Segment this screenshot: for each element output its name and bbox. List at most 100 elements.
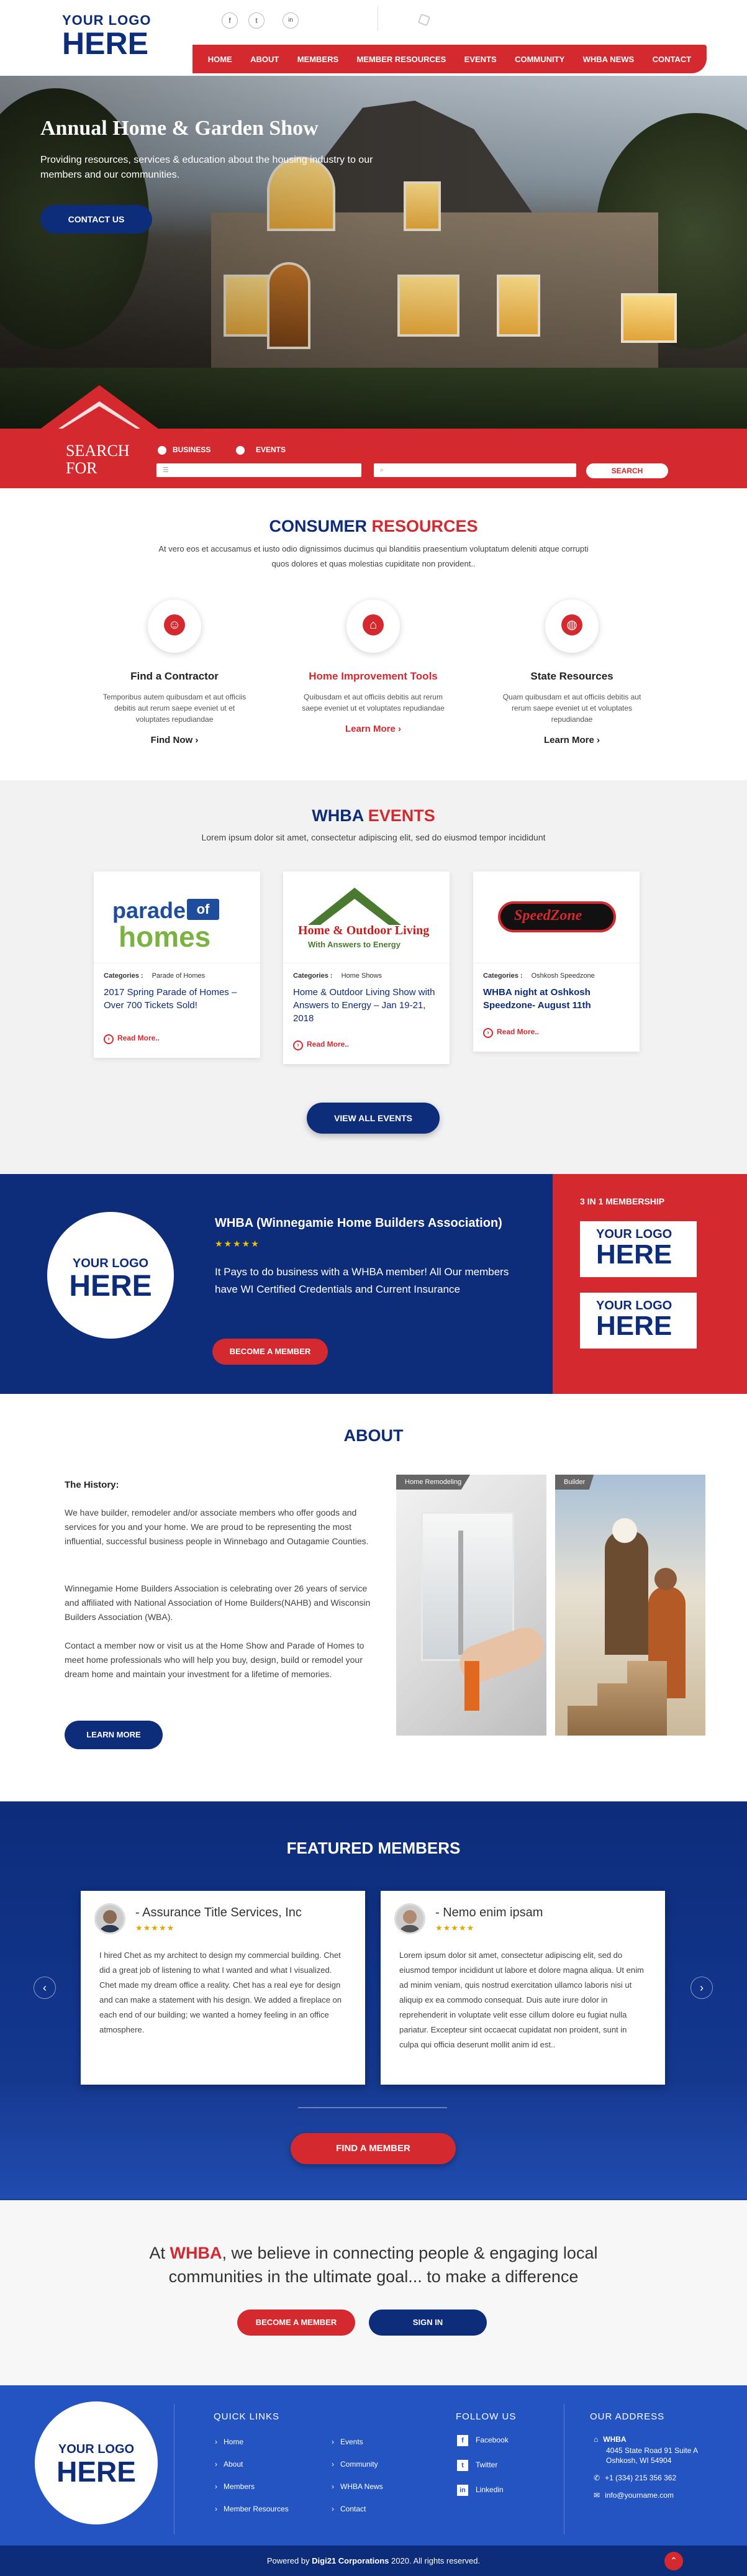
radio-events[interactable] xyxy=(236,446,245,455)
testimonial-card: - Nemo enim ipsam ★★★★★ Lorem ipsum dolo… xyxy=(381,1891,665,2085)
home-remodeling-tag: Home Remodeling xyxy=(396,1475,471,1490)
learn-more-link[interactable]: Learn More › xyxy=(292,724,454,734)
nav-members[interactable]: MEMBERS xyxy=(297,55,338,64)
event-title[interactable]: WHBA night at Oshkosh Speedzone- August … xyxy=(473,980,640,1012)
resource-title: State Resources xyxy=(530,670,613,682)
sign-in-button[interactable]: SIGN IN xyxy=(369,2310,487,2336)
nav-events[interactable]: EVENTS xyxy=(464,55,497,64)
email-icon: ✉ xyxy=(594,2491,600,2500)
footer-facebook-link[interactable]: f Facebook xyxy=(457,2435,509,2446)
scroll-top-button[interactable]: ⌃ xyxy=(664,2552,683,2570)
read-more-link[interactable]: › Read More.. xyxy=(293,1040,349,1050)
twitter-icon: t xyxy=(457,2460,468,2471)
testimonial-text: I hired Chet as my architect to design m… xyxy=(99,1950,342,2034)
event-card[interactable]: SpeedZone Categories : Oshkosh Speedzone … xyxy=(473,872,640,1052)
home-remodeling-image[interactable]: Home Remodeling xyxy=(396,1475,546,1736)
footer-link-member-resources[interactable]: Member Resources xyxy=(215,2505,289,2513)
featured-title: FEATURED MEMBERS xyxy=(286,1839,461,1857)
builder-image[interactable]: Builder xyxy=(555,1475,705,1736)
event-card[interactable]: parade of homes Categories : Parade of Ho… xyxy=(94,872,260,1058)
membership-side xyxy=(553,1174,747,1394)
resource-state: ◍ State Resources Quam quibusdam et aut … xyxy=(491,599,653,745)
linkedin-icon[interactable]: in xyxy=(283,12,299,29)
event-category: Categories : Home Shows xyxy=(293,972,382,980)
resource-title: Find a Contractor xyxy=(130,670,219,682)
nav-member-resources[interactable]: MEMBER RESOURCES xyxy=(357,55,446,64)
search-button[interactable]: SEARCH xyxy=(586,463,668,478)
main-nav: HOME ABOUT MEMBERS MEMBER RESOURCES EVEN… xyxy=(192,45,707,73)
site-logo[interactable]: YOUR LOGO HERE xyxy=(62,12,155,62)
nav-contact[interactable]: CONTACT xyxy=(653,55,692,64)
footer-link-about[interactable]: About xyxy=(215,2460,243,2469)
resource-text: Quibusdam et aut officiis debitis aut re… xyxy=(302,693,445,712)
nav-whba-news[interactable]: WHBA NEWS xyxy=(583,55,635,64)
contact-us-button[interactable]: CONTACT US xyxy=(40,205,152,234)
footer-link-contact[interactable]: Contact xyxy=(332,2505,366,2513)
learn-more-button[interactable]: LEARN MORE xyxy=(65,1721,163,1749)
membership-logo-box[interactable]: YOUR LOGO HERE xyxy=(580,1293,697,1349)
quick-links-title: QUICK LINKS xyxy=(214,2411,280,2422)
tagline-become-member-button[interactable]: BECOME A MEMBER xyxy=(237,2310,355,2336)
footer-link-whba-news[interactable]: WHBA News xyxy=(332,2482,383,2491)
facebook-icon: f xyxy=(457,2435,468,2446)
membership-logo-box[interactable]: YOUR LOGO HERE xyxy=(580,1221,697,1277)
nav-about[interactable]: ABOUT xyxy=(250,55,279,64)
footer-link-events[interactable]: Events xyxy=(332,2437,363,2446)
testimonial-stars: ★★★★★ xyxy=(435,1923,475,1932)
speedzone-logo: SpeedZone xyxy=(473,872,640,963)
about-paragraph: Contact a member now or visit us at the … xyxy=(65,1641,364,1679)
find-now-link[interactable]: Find Now › xyxy=(94,735,255,745)
linkedin-icon: in xyxy=(457,2485,468,2496)
carousel-next-button[interactable]: › xyxy=(690,1977,713,1999)
about-title: ABOUT xyxy=(343,1426,404,1445)
home-tools-icon: ⌂ xyxy=(346,599,400,653)
search-location-input[interactable]: ⌕ xyxy=(374,463,576,477)
footer-logo[interactable]: YOUR LOGO HERE xyxy=(35,2401,158,2524)
nav-home[interactable]: HOME xyxy=(208,55,232,64)
event-title[interactable]: Home & Outdoor Living Show with Answers … xyxy=(283,980,450,1025)
footer-link-community[interactable]: Community xyxy=(332,2460,378,2469)
history-heading: The History: xyxy=(65,1480,119,1490)
footer-link-home[interactable]: Home xyxy=(215,2437,243,2446)
consumer-title-b: RESOURCES xyxy=(371,517,478,535)
carousel-indicator xyxy=(298,2107,447,2108)
view-all-events-button[interactable]: VIEW ALL EVENTS xyxy=(307,1103,440,1134)
logo-big-text: HERE xyxy=(62,26,148,61)
arrow-right-icon: › xyxy=(293,1040,303,1050)
search-keyword-input[interactable]: ☰ xyxy=(156,463,361,477)
twitter-icon[interactable]: t xyxy=(248,12,265,29)
read-more-link[interactable]: › Read More.. xyxy=(483,1027,539,1038)
footer-twitter-link[interactable]: t Twitter xyxy=(457,2460,497,2471)
about-paragraph: Winnegamie Home Builders Association is … xyxy=(65,1583,371,1622)
search-label: SEARCH FOR xyxy=(66,442,130,477)
arrow-right-icon: › xyxy=(104,1034,114,1044)
read-more-link[interactable]: › Read More.. xyxy=(104,1034,160,1044)
event-title[interactable]: 2017 Spring Parade of Homes – Over 700 T… xyxy=(94,980,260,1012)
learn-more-link[interactable]: Learn More › xyxy=(491,735,653,745)
events-title-a: WHBA xyxy=(312,806,364,825)
builder-tag: Builder xyxy=(555,1475,594,1490)
avatar xyxy=(394,1903,425,1934)
footer-link-members[interactable]: Members xyxy=(215,2482,255,2491)
search-label-line1: SEARCH xyxy=(66,442,130,460)
radio-events-label: EVENTS xyxy=(256,445,286,454)
find-member-button[interactable]: FIND A MEMBER xyxy=(291,2133,456,2164)
facebook-icon[interactable]: f xyxy=(222,12,238,29)
membership-title: WHBA (Winnegamie Home Builders Associati… xyxy=(215,1216,502,1230)
event-card[interactable]: Home & Outdoor Living With Answers to En… xyxy=(283,872,450,1064)
testimonial-text: Lorem ipsum dolor sit amet, consectetur … xyxy=(399,1950,644,2049)
tagline-brand: WHBA xyxy=(170,2244,222,2262)
nav-community[interactable]: COMMUNITY xyxy=(515,55,564,64)
membership-side-title: 3 IN 1 MEMBERSHIP xyxy=(580,1196,665,1206)
address-block: ⌂ WHBA 4045 State Road 91 Suite A Oshkosh… xyxy=(594,2435,699,2500)
footer-linkedin-link[interactable]: in Linkedin xyxy=(457,2485,504,2496)
testimonial-card: - Assurance Title Services, Inc ★★★★★ I … xyxy=(81,1891,365,2085)
carousel-prev-button[interactable]: ‹ xyxy=(34,1977,56,1999)
home-icon: ⌂ xyxy=(594,2435,599,2444)
resource-text: Temporibus autem quibusdam et aut offici… xyxy=(102,693,247,724)
resource-home-improvement: ⌂ Home Improvement Tools Quibusdam et au… xyxy=(292,599,454,734)
event-category: Categories : Parade of Homes xyxy=(104,972,206,980)
membership-logo: YOUR LOGO HERE xyxy=(47,1212,174,1339)
become-member-button[interactable]: BECOME A MEMBER xyxy=(212,1339,328,1365)
radio-business[interactable] xyxy=(158,446,166,455)
